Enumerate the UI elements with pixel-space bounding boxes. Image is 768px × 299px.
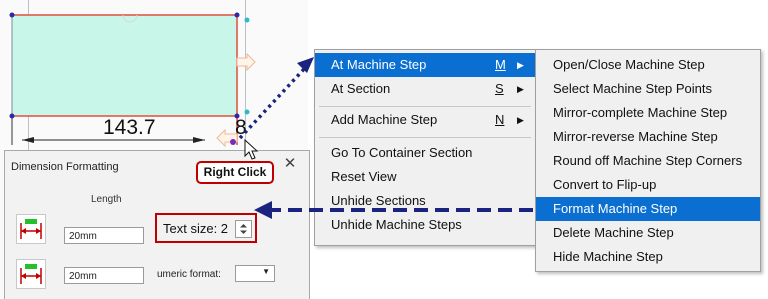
dimension-label-partial[interactable]: 8 [235,116,247,140]
submenu-arrow-icon: ▶ [517,115,524,125]
menu-item-add-machine-step[interactable]: Add Machine Step N ▶ [315,108,535,132]
length-column-header: Length [91,194,122,205]
chevron-down-icon: ▼ [262,267,270,276]
numeric-format-select[interactable]: ▼ [235,265,275,282]
submenu-item-round-off-corners[interactable]: Round off Machine Step Corners [536,149,760,173]
submenu-item-convert-flip-up[interactable]: Convert to Flip-up [536,173,760,197]
right-click-callout: Right Click [196,161,274,184]
dialog-title: Dimension Formatting [11,161,119,173]
text-size-highlight: Text size: 2 [155,213,257,243]
dimension-label[interactable]: 143.7 [103,116,156,140]
menu-separator [319,106,531,107]
submenu-item-hide-machine-step[interactable]: Hide Machine Step [536,245,760,269]
submenu-item-mirror-complete[interactable]: Mirror-complete Machine Step [536,101,760,125]
menu-item-go-to-container-section[interactable]: Go To Container Section [315,141,535,165]
dimension-style-icon[interactable] [16,214,46,244]
close-icon[interactable]: ✕ [281,155,299,173]
text-size-spinner[interactable] [235,220,252,238]
menu-item-at-section[interactable]: At Section S ▶ [315,77,535,101]
menu-item-at-machine-step[interactable]: At Machine Step M ▶ [315,53,535,77]
machine-step-submenu: Open/Close Machine Step Select Machine S… [535,49,761,272]
menu-item-reset-view[interactable]: Reset View [315,165,535,189]
text-size-label: Text size: 2 [163,221,229,236]
menu-separator [319,137,531,138]
submenu-item-select-points[interactable]: Select Machine Step Points [536,77,760,101]
submenu-arrow-icon: ▶ [517,84,524,94]
menu-item-unhide-machine-steps[interactable]: Unhide Machine Steps [315,213,535,237]
menu-item-unhide-sections[interactable]: Unhide Sections [315,189,535,213]
numeric-format-label: umeric format: [157,269,221,280]
submenu-arrow-icon: ▶ [517,60,524,70]
dimension-style-icon[interactable] [16,259,46,289]
length-field-1[interactable]: 20mm [64,227,144,244]
submenu-item-delete-machine-step[interactable]: Delete Machine Step [536,221,760,245]
length-field-2[interactable]: 20mm [64,267,144,284]
submenu-item-format-machine-step[interactable]: Format Machine Step [536,197,760,221]
context-menu: At Machine Step M ▶ At Section S ▶ Add M… [314,49,536,246]
submenu-item-open-close[interactable]: Open/Close Machine Step [536,53,760,77]
submenu-item-mirror-reverse[interactable]: Mirror-reverse Machine Step [536,125,760,149]
